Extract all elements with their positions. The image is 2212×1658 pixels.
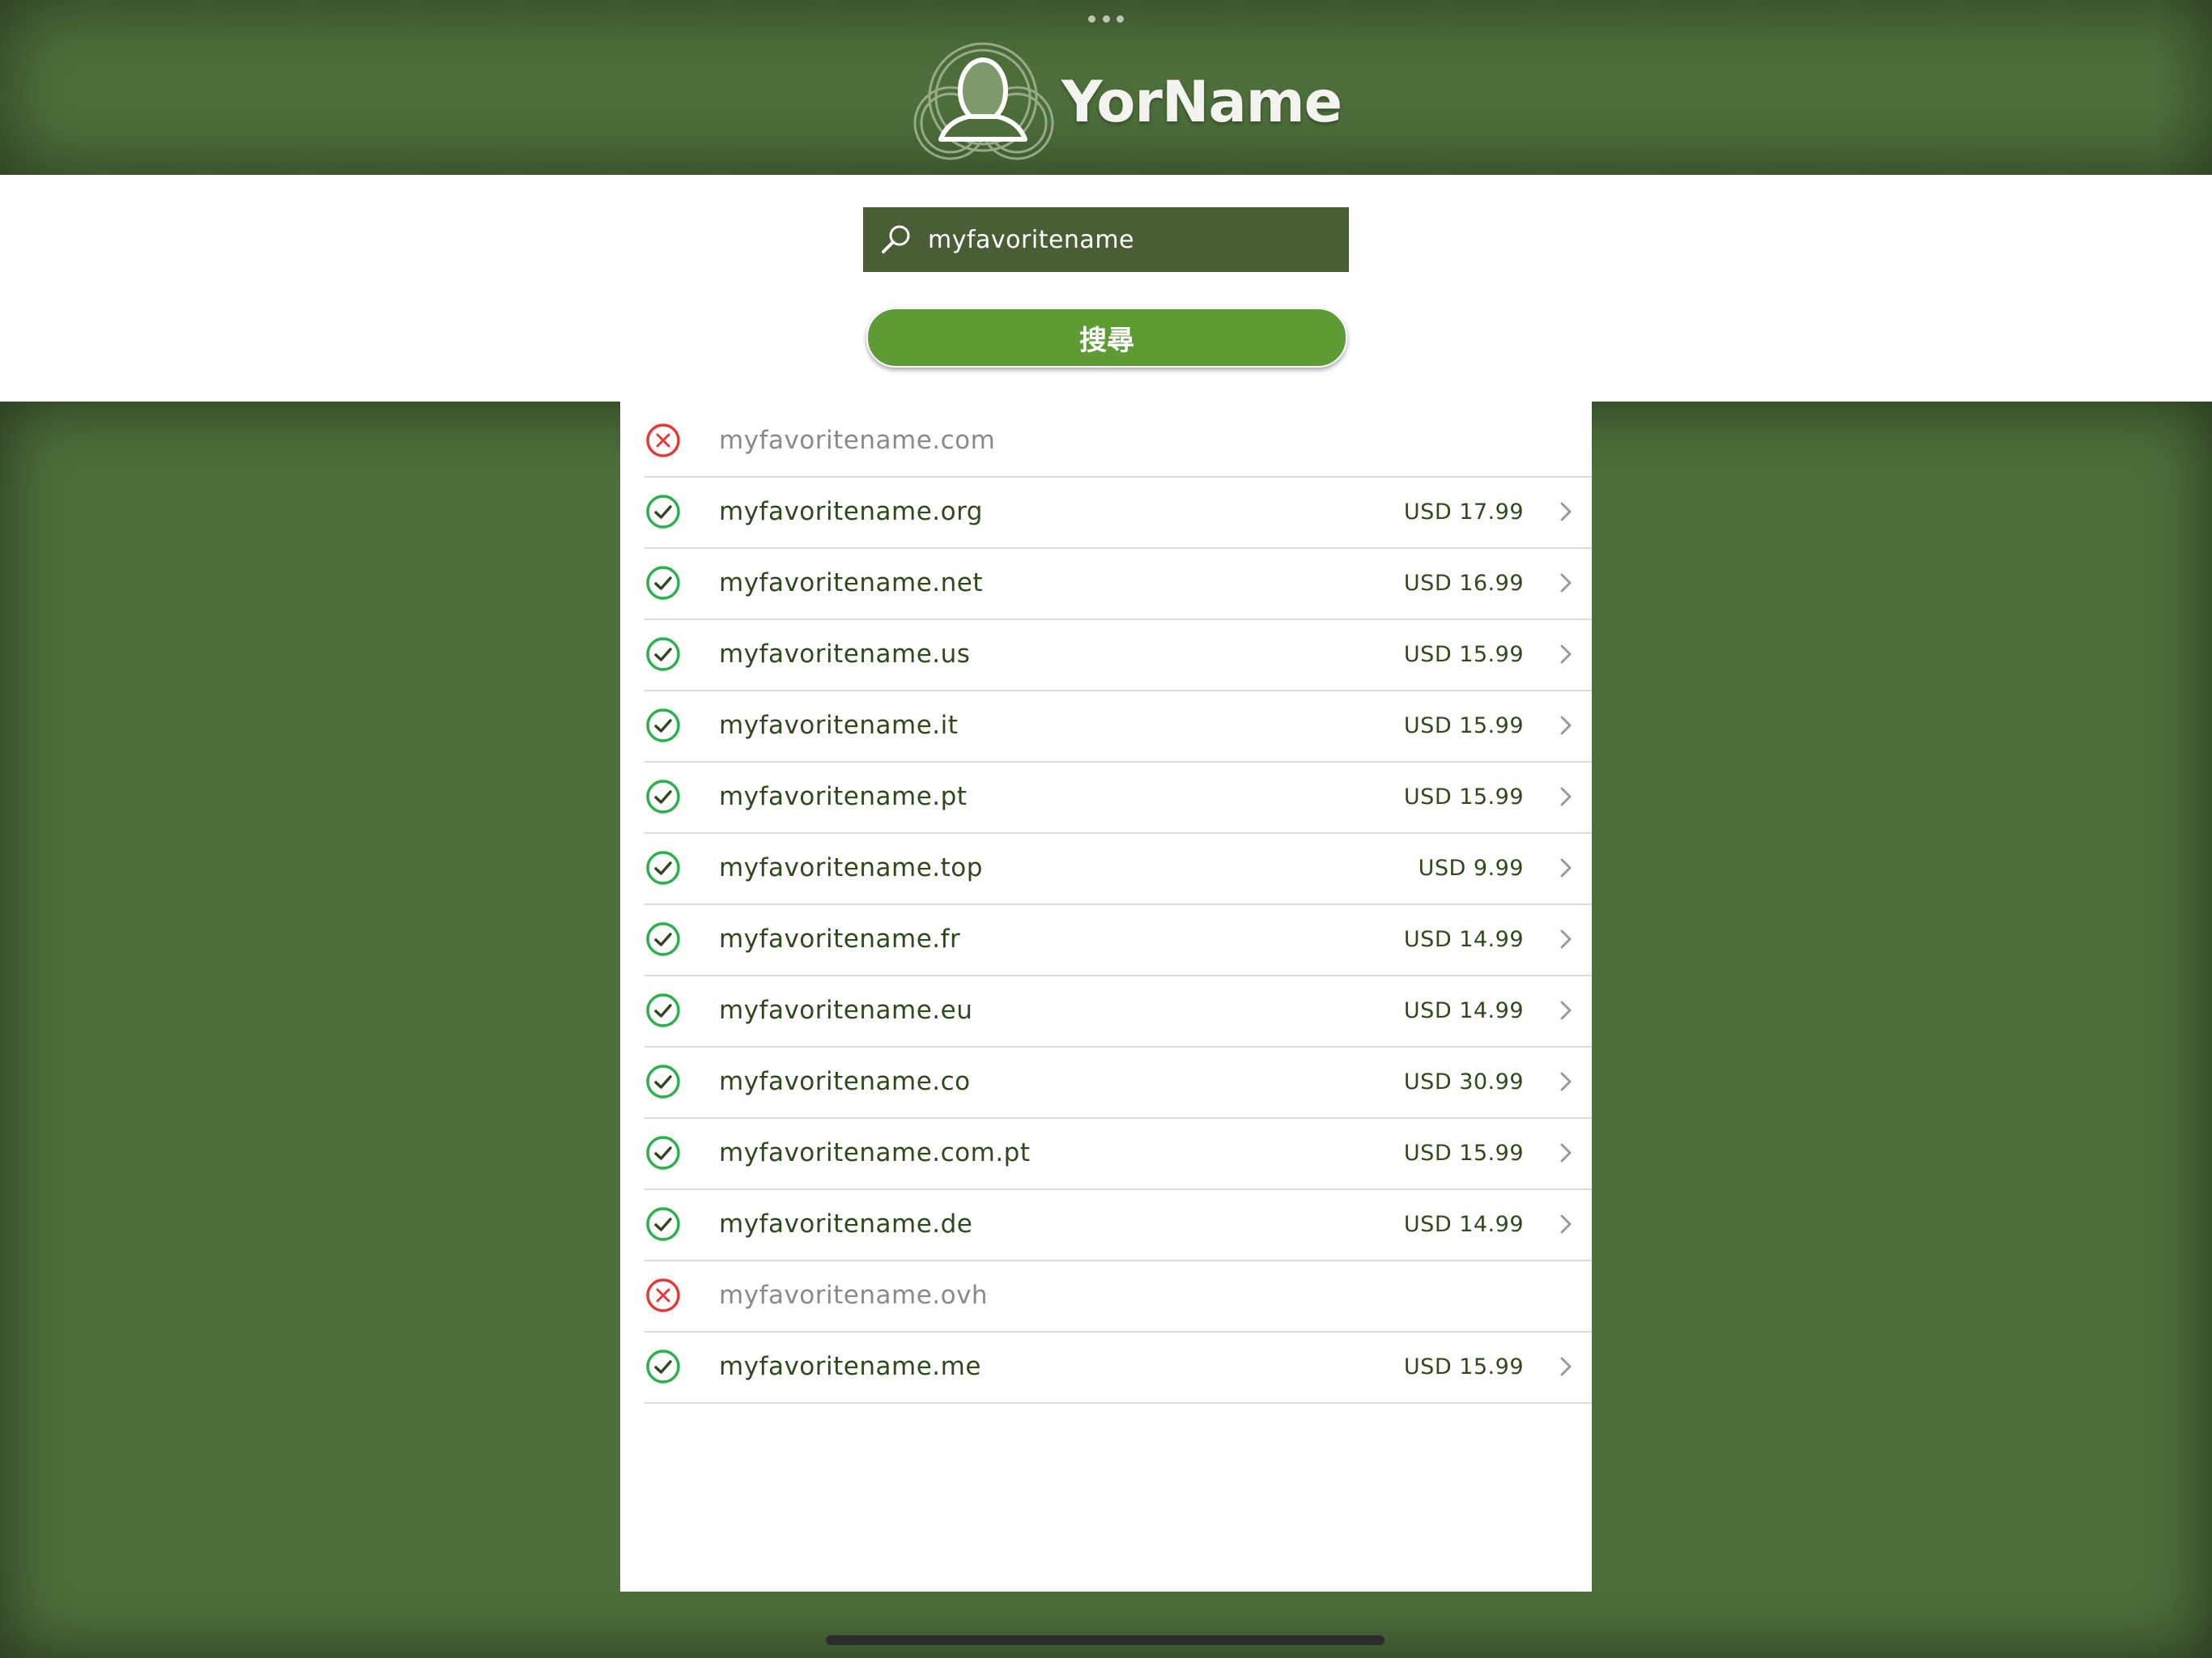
app-title: YorName	[1061, 69, 1342, 135]
domain-price: USD 15.99	[1403, 784, 1524, 810]
chevron-right-icon[interactable]	[1556, 1212, 1576, 1236]
domain-price: USD 15.99	[1403, 712, 1524, 738]
check-circle-icon	[646, 1136, 680, 1170]
results-list: myfavoritename.com myfavoritename.org USD …	[620, 402, 1592, 1592]
person-silhouette-logo-icon	[913, 42, 1054, 160]
x-circle-icon	[646, 423, 680, 457]
domain-result-row[interactable]: myfavoritename.us USD 15.99	[644, 619, 1592, 691]
domain-result-row[interactable]: myfavoritename.de USD 14.99	[644, 1188, 1592, 1261]
domain-result-row[interactable]: myfavoritename.pt USD 15.99	[644, 761, 1592, 834]
domain-name: myfavoritename.top	[719, 853, 983, 882]
check-circle-icon	[646, 566, 680, 600]
check-circle-icon	[646, 922, 680, 956]
domain-name: myfavoritename.net	[719, 568, 983, 597]
check-circle-icon	[646, 1207, 680, 1241]
chevron-right-icon[interactable]	[1556, 571, 1576, 595]
domain-name: myfavoritename.de	[719, 1209, 973, 1239]
domain-price: USD 14.99	[1403, 997, 1524, 1023]
search-input[interactable]: myfavoritename	[928, 226, 1134, 254]
search-button[interactable]: 搜尋	[866, 308, 1347, 368]
check-circle-icon	[646, 708, 680, 742]
domain-price: USD 16.99	[1403, 570, 1524, 596]
domain-result-row[interactable]: myfavoritename.com.pt USD 15.99	[644, 1117, 1592, 1190]
app-logo: YorName	[908, 37, 1342, 167]
chevron-right-icon[interactable]	[1556, 713, 1576, 738]
domain-price: USD 14.99	[1403, 1211, 1524, 1237]
app-header: YorName	[0, 0, 2212, 175]
check-circle-icon	[646, 637, 680, 671]
domain-name: myfavoritename.pt	[719, 782, 968, 811]
domain-result-row: myfavoritename.ovh	[644, 1260, 1592, 1333]
domain-price: USD 15.99	[1403, 641, 1524, 667]
domain-result-row: myfavoritename.com	[644, 405, 1592, 478]
domain-result-row[interactable]: myfavoritename.top USD 9.99	[644, 832, 1592, 905]
check-circle-icon	[646, 1065, 680, 1099]
domain-name: myfavoritename.com	[719, 426, 996, 455]
domain-name: myfavoritename.org	[719, 497, 983, 526]
domain-price: USD 17.99	[1403, 499, 1524, 525]
domain-name: myfavoritename.ovh	[719, 1281, 989, 1310]
chevron-right-icon[interactable]	[1556, 927, 1576, 951]
domain-price: USD 30.99	[1403, 1069, 1524, 1095]
domain-name: myfavoritename.us	[719, 640, 971, 669]
domain-result-row[interactable]: myfavoritename.eu USD 14.99	[644, 975, 1592, 1048]
chevron-right-icon[interactable]	[1556, 1354, 1576, 1379]
check-circle-icon	[646, 1350, 680, 1384]
check-circle-icon	[646, 993, 680, 1027]
domain-name: myfavoritename.eu	[719, 996, 973, 1025]
domain-result-row[interactable]: myfavoritename.fr USD 14.99	[644, 903, 1592, 976]
chevron-right-icon[interactable]	[1556, 1141, 1576, 1165]
domain-price: USD 14.99	[1403, 926, 1524, 952]
domain-name: myfavoritename.co	[719, 1067, 971, 1096]
search-field[interactable]: myfavoritename	[863, 207, 1349, 272]
domain-result-row[interactable]: myfavoritename.net USD 16.99	[644, 547, 1592, 620]
domain-result-row[interactable]: myfavoritename.it USD 15.99	[644, 690, 1592, 763]
domain-name: myfavoritename.com.pt	[719, 1138, 1031, 1167]
domain-price: USD 9.99	[1418, 855, 1524, 881]
domain-result-row[interactable]: myfavoritename.org USD 17.99	[644, 476, 1592, 549]
chevron-right-icon[interactable]	[1556, 500, 1576, 524]
x-circle-icon	[646, 1278, 680, 1312]
magnifier-icon	[882, 225, 910, 253]
check-circle-icon	[646, 780, 680, 814]
chevron-right-icon[interactable]	[1556, 856, 1576, 880]
domain-name: myfavoritename.me	[719, 1352, 981, 1381]
chevron-right-icon[interactable]	[1556, 1069, 1576, 1094]
domain-price: USD 15.99	[1403, 1354, 1524, 1380]
chevron-right-icon[interactable]	[1556, 642, 1576, 666]
domain-result-row[interactable]: myfavoritename.me USD 15.99	[644, 1331, 1592, 1404]
check-circle-icon	[646, 851, 680, 885]
domain-result-row[interactable]: myfavoritename.co USD 30.99	[644, 1046, 1592, 1119]
domain-name: myfavoritename.fr	[719, 925, 961, 954]
check-circle-icon	[646, 495, 680, 529]
chevron-right-icon[interactable]	[1556, 998, 1576, 1022]
chevron-right-icon[interactable]	[1556, 784, 1576, 809]
search-section: myfavoritename 搜尋	[0, 175, 2212, 402]
multitasking-dots-icon[interactable]	[1088, 13, 1124, 24]
domain-price: USD 15.99	[1403, 1140, 1524, 1166]
home-indicator[interactable]	[826, 1635, 1385, 1645]
domain-name: myfavoritename.it	[719, 711, 959, 740]
